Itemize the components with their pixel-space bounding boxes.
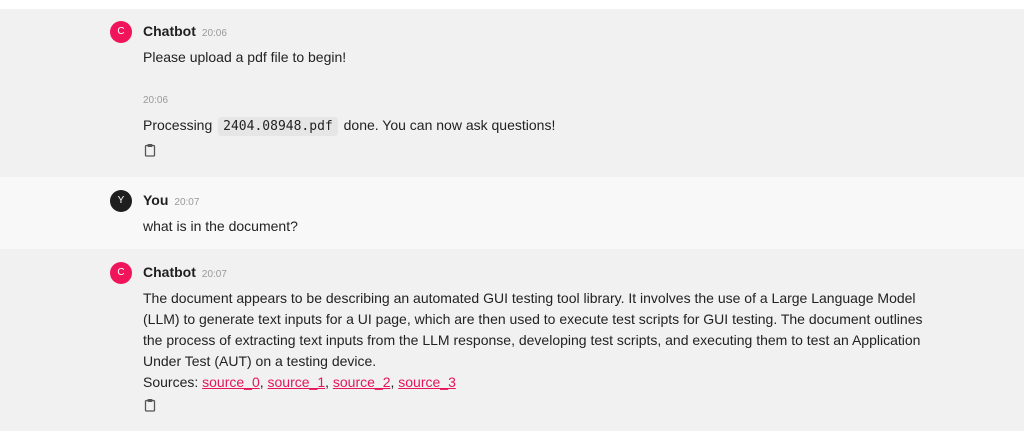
- message-text: Please upload a pdf file to begin!: [143, 49, 347, 65]
- message-user: Y You 20:07 what is in the document?: [0, 177, 1024, 249]
- message-author: Chatbot 20:07: [143, 264, 227, 280]
- source-link[interactable]: source_0: [202, 374, 260, 390]
- message-author: Chatbot 20:06: [143, 23, 227, 39]
- message-bot-answer: C Chatbot 20:07 The document appears to b…: [0, 249, 1024, 431]
- message-time: 20:07: [201, 269, 227, 280]
- clipboard-icon[interactable]: [143, 143, 157, 157]
- message-bot-welcome: C Chatbot 20:06 Please upload a pdf file …: [0, 9, 1024, 177]
- author-name: Chatbot: [143, 23, 196, 39]
- sources-label: Sources:: [143, 374, 199, 390]
- filename-code: 2404.08948.pdf: [218, 117, 338, 136]
- answer-text: The document appears to be describing an…: [143, 290, 923, 369]
- message-time: 20:07: [174, 197, 200, 208]
- message-text: what is in the document?: [143, 218, 298, 234]
- source-link[interactable]: source_1: [268, 374, 326, 390]
- processing-message: Processing 2404.08948.pdf done. You can …: [143, 117, 556, 136]
- top-strip: [0, 0, 1024, 9]
- source-link[interactable]: source_2: [333, 374, 391, 390]
- sources-line: Sources: source_0, source_1, source_2, s…: [143, 374, 456, 390]
- clipboard-icon[interactable]: [143, 398, 157, 412]
- source-link[interactable]: source_3: [398, 374, 456, 390]
- user-avatar: Y: [110, 190, 132, 212]
- author-name: You: [143, 192, 169, 208]
- chatbot-avatar: C: [110, 262, 132, 284]
- processing-suffix: done. You can now ask questions!: [343, 117, 556, 133]
- author-name: Chatbot: [143, 264, 196, 280]
- processing-prefix: Processing: [143, 117, 213, 133]
- chatbot-avatar: C: [110, 21, 132, 43]
- message-time: 20:06: [143, 95, 169, 106]
- message-author: You 20:07: [143, 192, 199, 208]
- message-time: 20:06: [201, 28, 227, 39]
